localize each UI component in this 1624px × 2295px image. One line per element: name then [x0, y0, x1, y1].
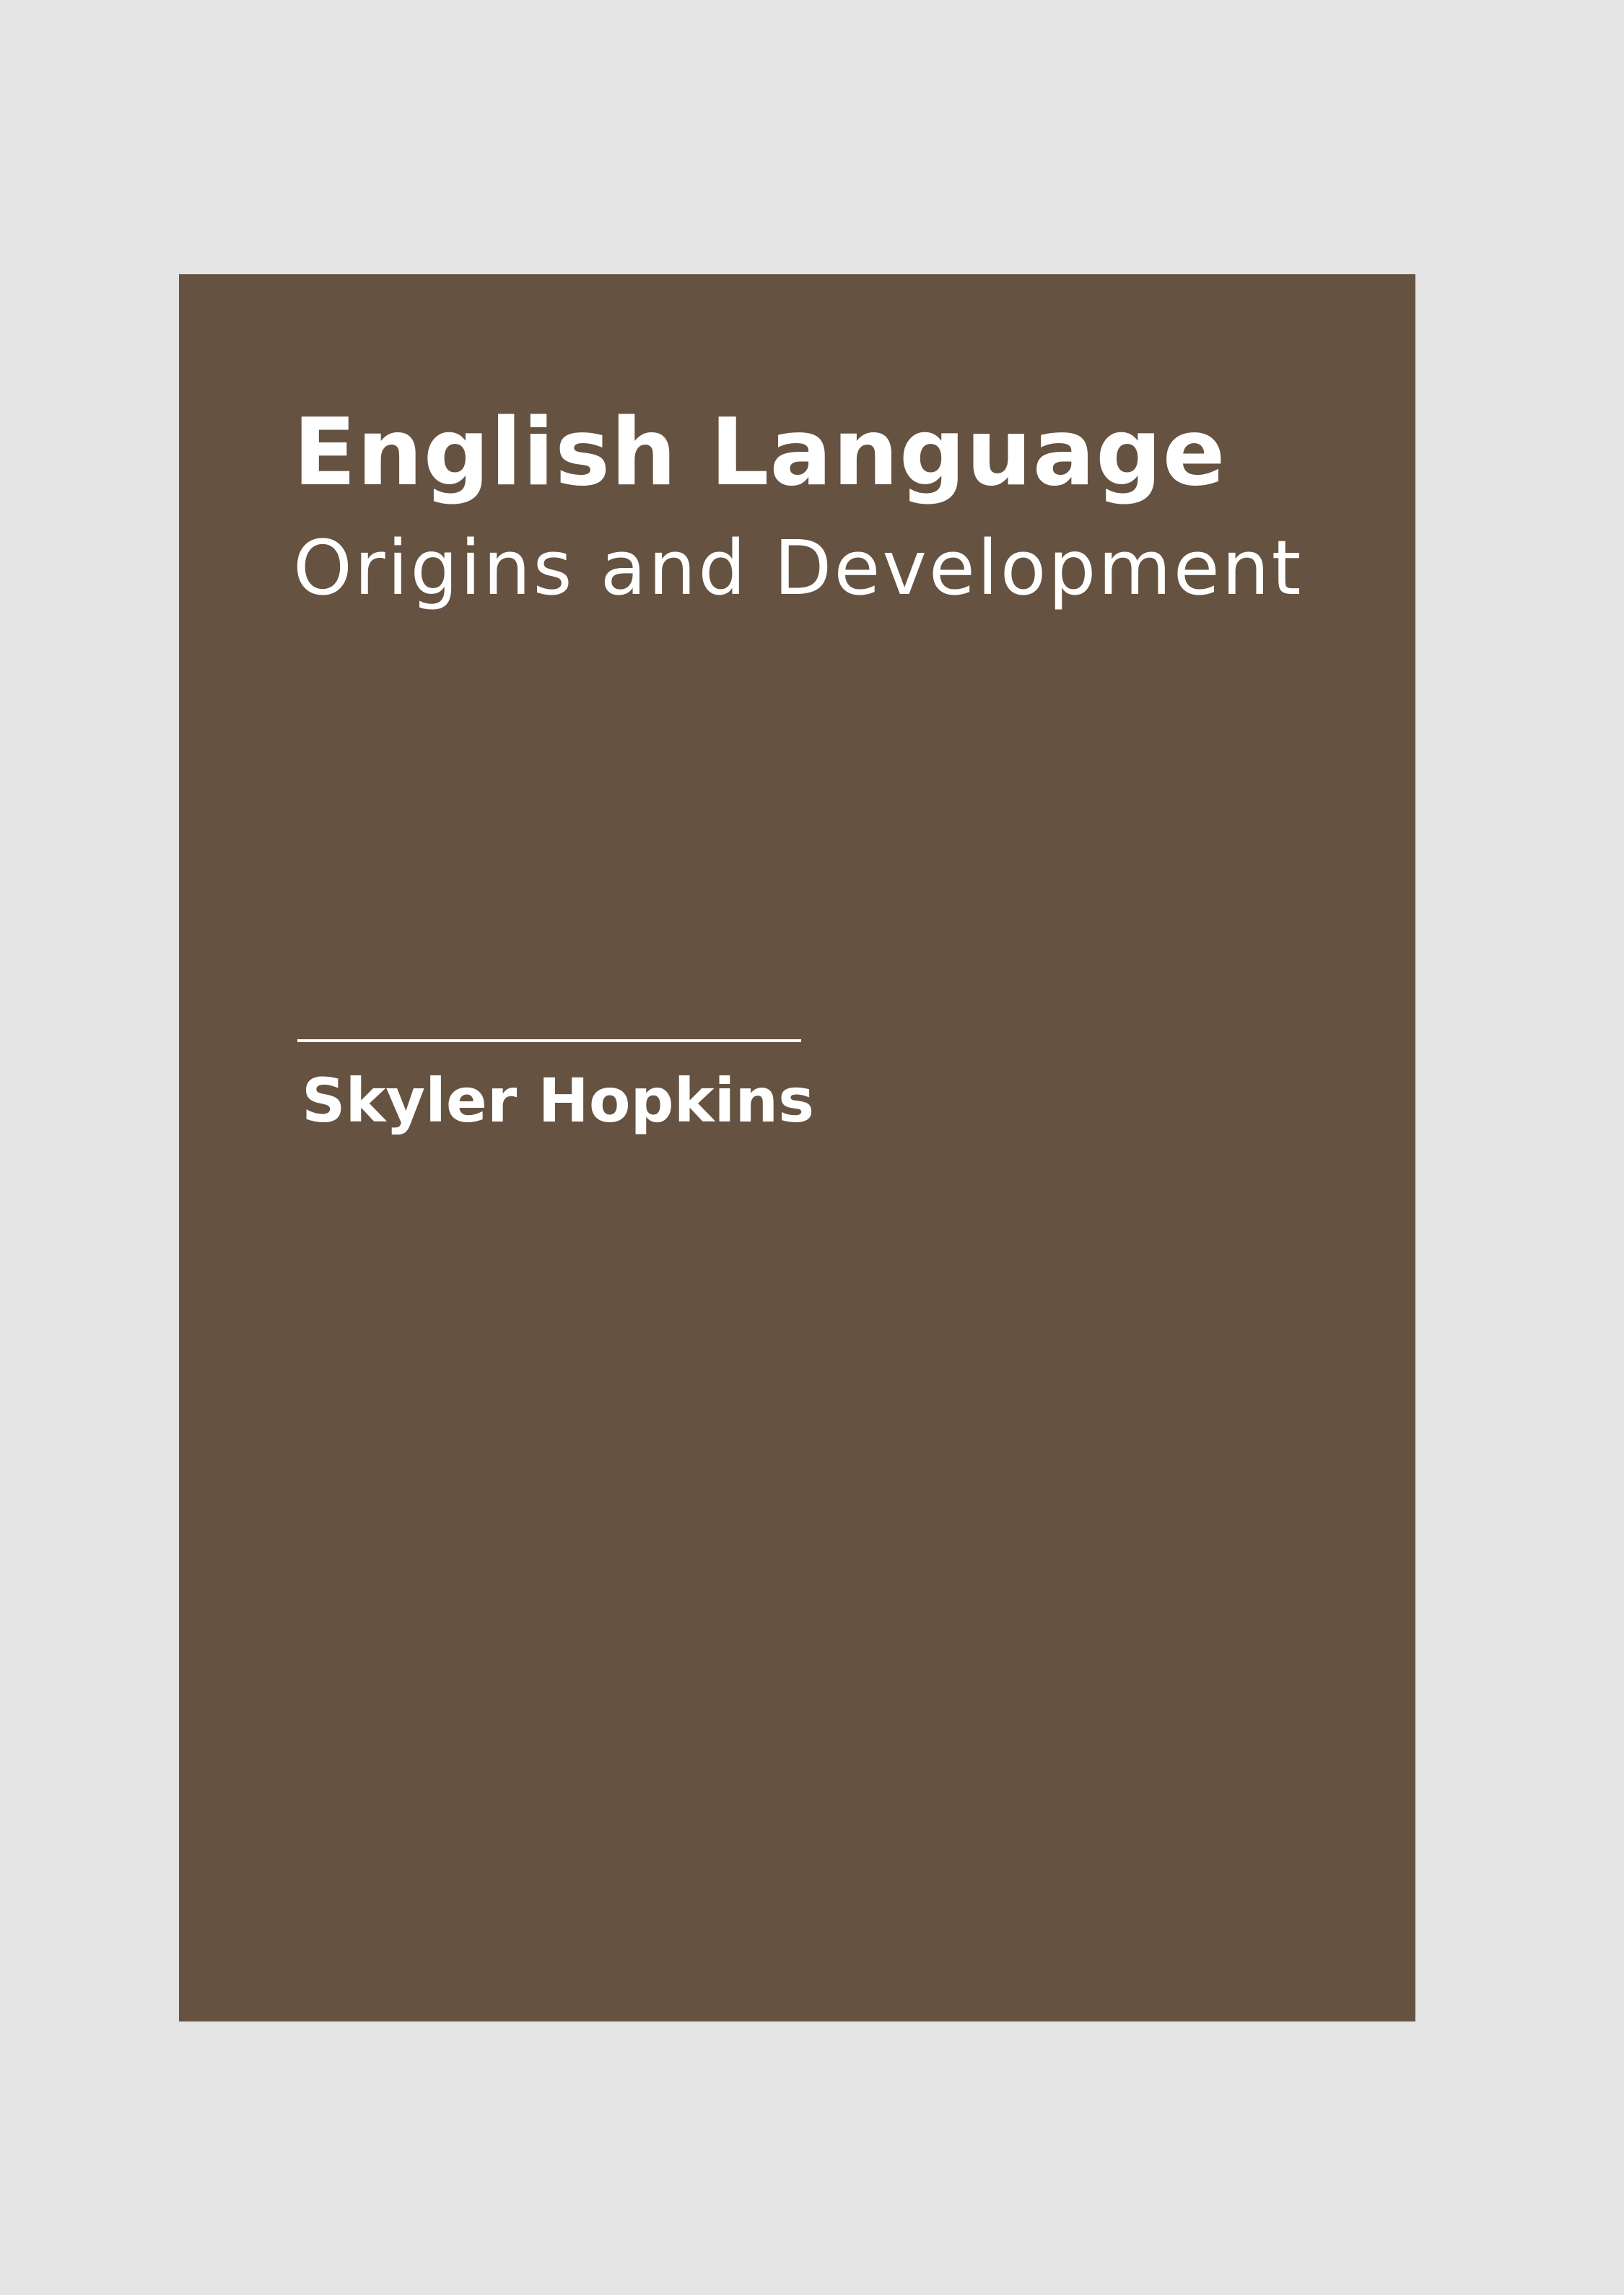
author-name: Skyler Hopkins	[302, 1065, 815, 1136]
book-subtitle: Origins and Development	[293, 524, 1304, 612]
book-title: English Language	[293, 399, 1226, 507]
divider-line	[297, 1039, 801, 1042]
